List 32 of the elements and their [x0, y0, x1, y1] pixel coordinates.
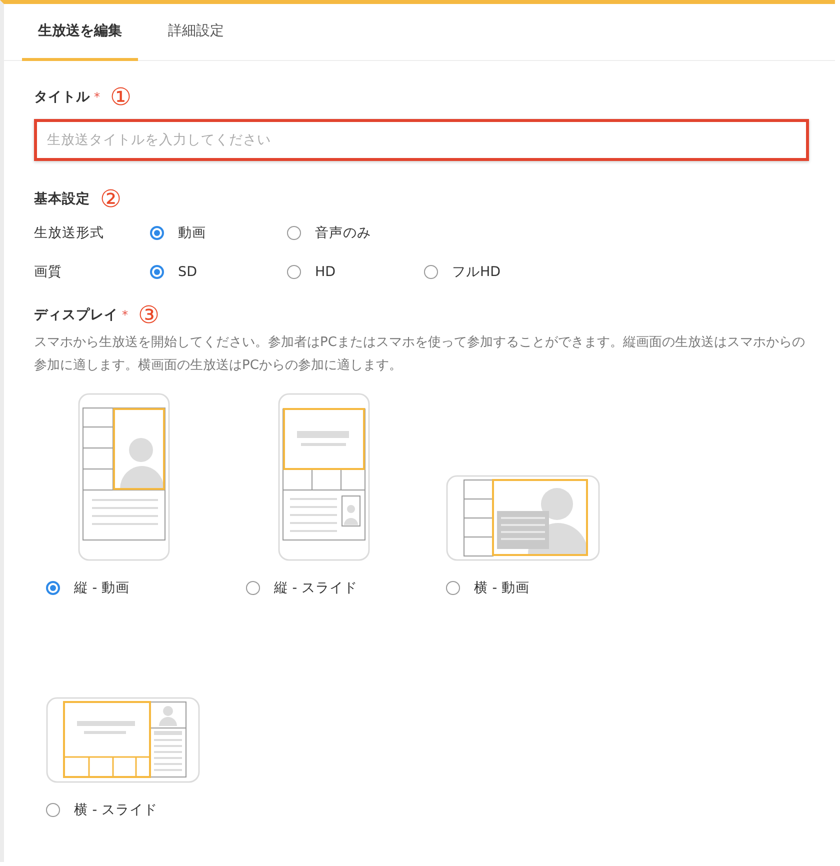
section-heading: ディスプレイ	[34, 306, 118, 324]
radio-label: 横 - スライド	[74, 801, 158, 819]
section-heading: 基本設定	[34, 190, 90, 208]
setting-label: 画質	[34, 262, 63, 280]
radio-label: 縦 - スライド	[274, 579, 358, 597]
radio-button[interactable]	[46, 803, 60, 817]
radio-button[interactable]	[287, 226, 301, 240]
radio-button[interactable]	[446, 581, 460, 595]
radio-label: 音声のみ	[315, 224, 371, 242]
annotation-number: ③	[138, 303, 160, 327]
radio-button[interactable]	[150, 264, 164, 278]
radio-label: HD	[315, 264, 336, 280]
radio-button[interactable]	[424, 264, 438, 278]
required-mark: *	[122, 308, 128, 322]
title-input-field[interactable]: 生放送タイトルを入力してください	[34, 119, 809, 161]
setting-label: 生放送形式	[34, 224, 105, 242]
annotation-number: ①	[110, 85, 132, 109]
radio-button[interactable]	[246, 581, 260, 595]
radio-button[interactable]	[287, 264, 301, 278]
field-label: タイトル	[34, 88, 90, 106]
tab[interactable]: 生放送を編集	[22, 4, 138, 61]
tab[interactable]: 詳細設定	[152, 4, 240, 61]
radio-label: フルHD	[452, 262, 501, 280]
radio-label: 縦 - 動画	[74, 579, 130, 597]
required-mark: *	[94, 90, 100, 104]
radio-button[interactable]	[150, 226, 164, 240]
radio-label: 横 - 動画	[474, 579, 530, 597]
radio-label: 動画	[178, 224, 206, 242]
annotation-number: ②	[100, 187, 122, 211]
radio-label: SD	[178, 264, 197, 280]
radio-button[interactable]	[46, 581, 60, 595]
description-text: スマホから生放送を開始してください。参加者はPCまたはスマホを使って参加することができます。縦画面の生放送はスマホからの参加に適します。横画面の生放送はPCからの参加に適します。	[34, 334, 806, 375]
